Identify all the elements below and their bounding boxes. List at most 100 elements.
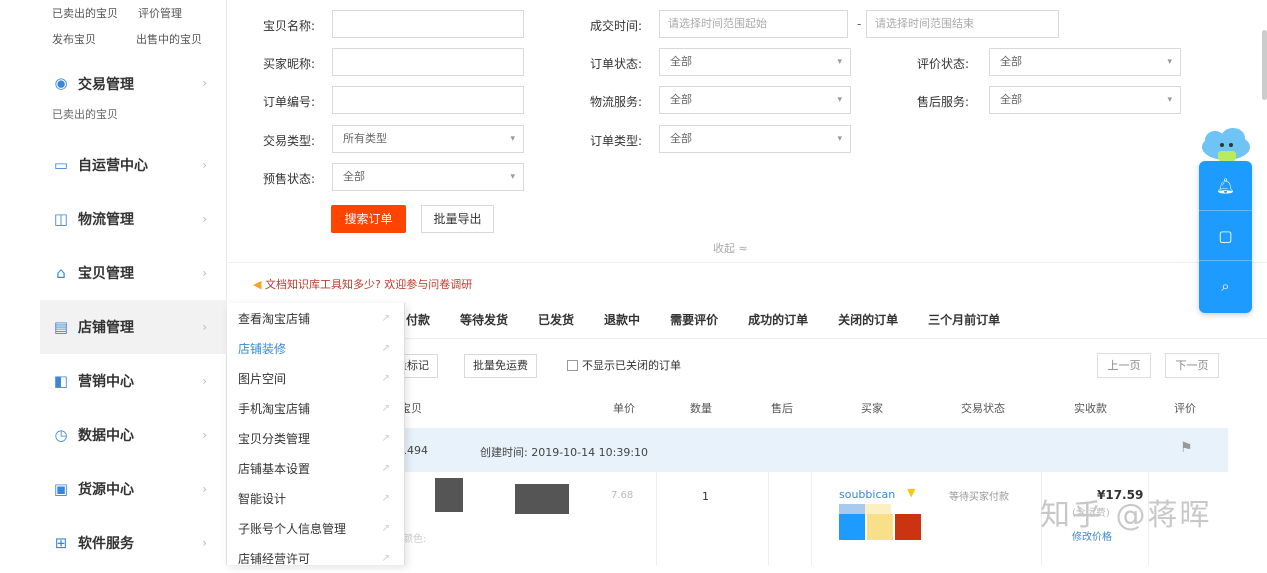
external-link-icon: ↗ — [381, 342, 390, 354]
sidebar-sub-sold[interactable]: 已卖出的宝贝 — [52, 106, 118, 122]
flyout-item-image-space[interactable]: 图片空间 ↗ — [227, 363, 404, 393]
flyout-item-smart-design[interactable]: 智能设计 ↗ — [227, 483, 404, 513]
collapse-filters-link[interactable]: 收起 ≈ — [713, 240, 748, 256]
flyout-item-label: 手机淘宝店铺 — [238, 401, 311, 416]
sidebar-item-label: 宝贝管理 — [78, 266, 134, 282]
hide-closed-orders-label: 不显示已关闭的订单 — [582, 359, 681, 372]
bell-icon[interactable]: 🔔︎ — [1199, 161, 1252, 211]
assistant-mascot-icon[interactable] — [1200, 127, 1252, 163]
speaker-icon: ◀ — [253, 278, 265, 291]
presale-status-label: 预售状态: — [262, 172, 315, 186]
buyer-name-link[interactable]: soubbican — [839, 488, 895, 501]
sidebar-item-self-operation[interactable]: ▭ 自运营中心 › — [40, 138, 227, 192]
sidebar-item-software[interactable]: ⊞ 软件服务 › — [40, 516, 227, 570]
sidebar-item-shop[interactable]: ▤ 店铺管理 › — [40, 300, 227, 354]
flyout-item-label: 查看淘宝店铺 — [238, 311, 311, 326]
col-buyer: 买家 — [861, 402, 883, 415]
sidebar-item-label: 营销中心 — [78, 374, 134, 390]
logistics-select[interactable]: 全部 ▾ — [659, 86, 851, 114]
deal-time-start-input[interactable]: 请选择时间范围起始 — [659, 10, 848, 38]
tab-awaiting-shipment[interactable]: 等待发货 — [460, 311, 508, 328]
flyout-item-basic-settings[interactable]: 店铺基本设置 ↗ — [227, 453, 404, 483]
item-name-label: 宝贝名称: — [262, 19, 315, 33]
search-icon[interactable]: ⌕ — [1199, 261, 1252, 311]
flyout-item-mobile-shop[interactable]: 手机淘宝店铺 ↗ — [227, 393, 404, 423]
deal-time-start-placeholder: 请选择时间范围起始 — [668, 17, 767, 30]
chevron-right-icon: › — [202, 428, 207, 442]
sidebar-item-sourcing[interactable]: ▣ 货源中心 › — [40, 462, 227, 516]
sidebar-item-marketing[interactable]: ◧ 营销中心 › — [40, 354, 227, 408]
batch-free-shipping-button[interactable]: 批量免运费 — [464, 354, 537, 378]
order-type-label: 订单类型: — [589, 134, 642, 148]
order-header-row: 1494 创建时间: 2019-10-14 10:39:10 ⚑ — [388, 428, 1228, 472]
presale-status-select[interactable]: 全部 ▾ — [332, 163, 524, 191]
divider — [811, 472, 812, 565]
chevron-right-icon: › — [202, 374, 207, 388]
aftersale-select[interactable]: 全部 ▾ — [989, 86, 1181, 114]
flyout-item-business-license[interactable]: 店铺经营许可 ↗ — [227, 543, 404, 573]
chevron-right-icon: › — [202, 76, 207, 90]
external-link-icon: ↗ — [381, 492, 390, 504]
redacted-text — [515, 484, 569, 514]
order-no-input[interactable] — [332, 86, 524, 114]
truck-icon: ◫ — [53, 210, 69, 228]
tab-closed[interactable]: 关闭的订单 — [838, 311, 898, 328]
quick-link-publish[interactable]: 发布宝贝 — [52, 31, 96, 47]
flyout-item-shop-decoration[interactable]: 店铺装修 ↗ — [227, 333, 404, 363]
logistics-value: 全部 — [670, 93, 692, 106]
hide-closed-orders-checkbox[interactable]: 不显示已关闭的订单 — [567, 357, 681, 373]
review-status-label: 评价状态: — [916, 57, 969, 71]
tab-refunding[interactable]: 退款中 — [604, 311, 640, 328]
floating-assistant-panel: 🔔︎ ▢ ⌕ — [1199, 161, 1252, 313]
flyout-item-label: 智能设计 — [238, 491, 287, 506]
survey-notice[interactable]: ◀ 文档知识库工具知多少? 欢迎参与问卷调研 — [253, 276, 472, 292]
sidebar-item-data[interactable]: ◷ 数据中心 › — [40, 408, 227, 462]
flyout-item-view-shop[interactable]: 查看淘宝店铺 ↗ — [227, 303, 404, 333]
box-icon: ▣ — [53, 480, 69, 498]
chevron-right-icon: › — [202, 482, 207, 496]
col-amount: 实收款 — [1074, 402, 1107, 415]
tab-older-than-three-months[interactable]: 三个月前订单 — [928, 311, 1000, 328]
sidebar-item-trade[interactable]: ◉ 交易管理 › — [40, 58, 227, 108]
gauge-icon: ◷ — [54, 426, 68, 444]
chevron-down-icon: ▾ — [837, 134, 842, 144]
tab-pending-payment[interactable]: 付款 — [406, 311, 430, 328]
buyer-nick-input[interactable] — [332, 48, 524, 76]
quick-link-reviews[interactable]: 评价管理 — [138, 5, 182, 21]
item-name-input[interactable] — [332, 10, 524, 38]
sidebar-item-logistics[interactable]: ◫ 物流管理 › — [40, 192, 227, 246]
message-icon[interactable]: ▢ — [1199, 211, 1252, 261]
sidebar-item-label: 交易管理 — [78, 77, 134, 93]
tab-need-review[interactable]: 需要评价 — [670, 311, 718, 328]
flyout-item-label: 图片空间 — [238, 371, 287, 386]
quick-link-sold[interactable]: 已卖出的宝贝 — [52, 5, 118, 21]
tab-successful[interactable]: 成功的订单 — [748, 311, 808, 328]
quick-link-onsale[interactable]: 出售中的宝贝 — [136, 31, 202, 47]
review-status-select[interactable]: 全部 ▾ — [989, 48, 1181, 76]
deal-time-end-input[interactable]: 请选择时间范围结束 — [866, 10, 1059, 38]
flyout-item-label: 店铺经营许可 — [238, 551, 311, 566]
batch-export-button[interactable]: 批量导出 — [421, 205, 494, 233]
flyout-item-subaccount-info[interactable]: 子账号个人信息管理 ↗ — [227, 513, 404, 543]
next-page-button[interactable]: 下一页 — [1165, 353, 1219, 378]
sidebar-item-products[interactable]: ⌂ 宝贝管理 › — [40, 246, 227, 300]
external-link-icon: ↗ — [381, 522, 390, 534]
prev-page-button[interactable]: 上一页 — [1097, 353, 1151, 378]
divider — [768, 472, 769, 565]
flag-icon[interactable]: ⚑ — [1180, 440, 1193, 456]
order-status-select[interactable]: 全部 ▾ — [659, 48, 851, 76]
order-type-select[interactable]: 全部 ▾ — [659, 125, 851, 153]
redacted-thumbnail — [435, 478, 463, 512]
search-orders-button[interactable]: 搜索订单 — [331, 205, 406, 233]
trade-status-value: 等待买家付款 — [949, 492, 1009, 503]
chevron-right-icon: › — [202, 266, 207, 280]
trade-type-select[interactable]: 所有类型 ▾ — [332, 125, 524, 153]
flyout-item-category-mgmt[interactable]: 宝贝分类管理 ↗ — [227, 423, 404, 453]
scrollbar[interactable] — [1262, 30, 1267, 100]
sidebar-item-label: 货源中心 — [78, 482, 134, 498]
tab-shipped[interactable]: 已发货 — [538, 311, 574, 328]
deal-time-separator: - — [857, 17, 862, 31]
shop-icon: ▤ — [53, 318, 69, 336]
sidebar-item-label: 数据中心 — [78, 428, 134, 444]
chat-icon: ▭ — [53, 156, 69, 174]
